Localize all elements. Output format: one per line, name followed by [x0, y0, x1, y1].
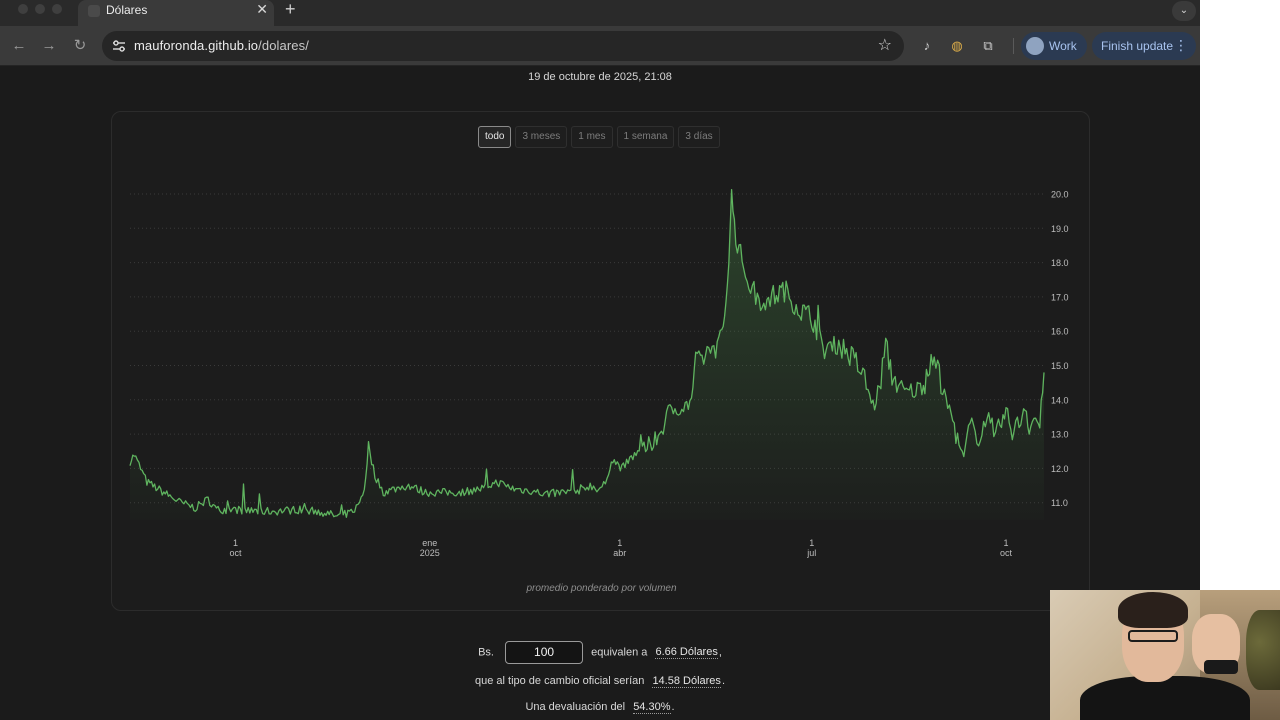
toolbar-divider [1013, 38, 1014, 54]
avatar [1026, 37, 1044, 55]
series-area [130, 189, 1044, 520]
equivalent-value: 6.66 Dólares [655, 646, 718, 660]
finish-update-button[interactable]: Finish update ⋮ [1092, 32, 1196, 60]
x-tick-label: abr [613, 548, 626, 558]
official-value: 14.58 Dólares [652, 675, 721, 688]
period: . [671, 701, 675, 713]
chart-caption: promedio ponderado por volumen [526, 583, 677, 594]
conversion-line-3: Una devaluación del 54.30%. [0, 701, 1200, 714]
bookmark-star-icon[interactable]: ☆ [878, 35, 892, 55]
tab-title: Dólares [106, 3, 148, 17]
address-bar[interactable]: mauforonda.github.io/dolares/ ☆ [102, 31, 904, 61]
url-path: /dolares/ [258, 38, 309, 53]
x-tick-label: 2025 [420, 548, 440, 558]
equivalent-text: equivalen a [591, 646, 648, 659]
url-host: mauforonda.github.io [134, 38, 259, 53]
update-label: Finish update [1101, 39, 1174, 53]
y-tick-label: 17.0 [1051, 292, 1069, 302]
y-tick-label: 11.0 [1051, 498, 1068, 508]
conversion-line-1: Bs. 100 equivalen a 6.66 Dólares, [0, 641, 1200, 664]
webcam-person-hair [1118, 592, 1188, 628]
period: . [721, 675, 725, 687]
y-tick-label: 19.0 [1051, 224, 1069, 234]
x-tick-label: jul [806, 548, 816, 558]
y-tick-label: 13.0 [1051, 430, 1069, 440]
window-minimize-dot[interactable] [35, 4, 45, 14]
webcam-person-glasses [1128, 630, 1178, 642]
profile-button[interactable]: Work [1021, 32, 1087, 60]
tab-favicon-icon [88, 5, 100, 17]
currency-prefix: Bs. [478, 646, 494, 659]
conversion-line-2: que al tipo de cambio oficial serían 14.… [0, 675, 1200, 688]
site-settings-icon[interactable] [110, 37, 128, 55]
official-text: que al tipo de cambio oficial serían [474, 675, 645, 687]
devaluation-text: Una devaluación del [525, 701, 626, 713]
active-tab[interactable]: Dólares ✕ [78, 0, 274, 26]
y-tick-label: 12.0 [1051, 464, 1069, 474]
chart-card: todo 3 meses 1 mes 1 semana 3 días 20.0 1… [111, 111, 1090, 611]
x-tick-label: oct [1000, 548, 1013, 558]
devaluation-value: 54.30% [633, 701, 671, 714]
webcam-person-watch [1204, 660, 1238, 674]
last-updated-timestamp: 19 de octubre de 2025, 21:08 [528, 71, 672, 83]
profile-label: Work [1049, 39, 1077, 53]
reload-icon[interactable]: ↻ [69, 35, 91, 57]
page-content: 19 de octubre de 2025, 21:08 todo 3 mese… [0, 67, 1200, 720]
tab-close-icon[interactable]: ✕ [256, 1, 268, 18]
compass-extension-icon[interactable]: ◍ [948, 37, 966, 55]
x-tick-label: 1 [617, 538, 622, 548]
y-tick-label: 15.0 [1051, 361, 1069, 371]
tab-bar: Dólares ✕ + ⌄ [0, 0, 1200, 26]
x-tick-label: oct [230, 548, 243, 558]
x-tick-label: 1 [809, 538, 814, 548]
webcam-person-body [1080, 676, 1250, 720]
tab-search-chevron-down-icon[interactable]: ⌄ [1172, 1, 1196, 21]
extension-icon[interactable]: ♪ [918, 37, 936, 55]
new-tab-button[interactable]: + [285, 0, 296, 20]
x-tick-label: 1 [1003, 538, 1008, 548]
comma: , [718, 646, 722, 659]
exchange-rate-chart[interactable]: 20.0 19.0 18.0 17.0 16.0 15.0 14.0 13.0 12.0 11.0… [112, 112, 1091, 582]
y-tick-label: 14.0 [1051, 395, 1069, 405]
window-zoom-dot[interactable] [52, 4, 62, 14]
forward-arrow-icon[interactable]: → [38, 35, 60, 57]
x-tick-label: 1 [233, 538, 238, 548]
back-arrow-icon[interactable]: ← [8, 35, 30, 57]
y-tick-label: 20.0 [1051, 190, 1069, 200]
x-tick-label: ene [422, 538, 437, 548]
window-close-dot[interactable] [18, 4, 28, 14]
browser-toolbar: ← → ↻ mauforonda.github.io/dolares/ ☆ ♪ … [0, 26, 1200, 66]
y-tick-label: 16.0 [1051, 327, 1069, 337]
webcam-plant [1246, 610, 1280, 690]
webcam-overlay [1050, 590, 1280, 720]
y-tick-label: 18.0 [1051, 258, 1069, 268]
menu-icon[interactable]: ⋮ [1174, 37, 1188, 54]
url-text[interactable]: mauforonda.github.io/dolares/ [134, 38, 309, 53]
amount-input[interactable]: 100 [505, 641, 584, 664]
puzzle-icon[interactable]: ⧉ [979, 37, 997, 55]
